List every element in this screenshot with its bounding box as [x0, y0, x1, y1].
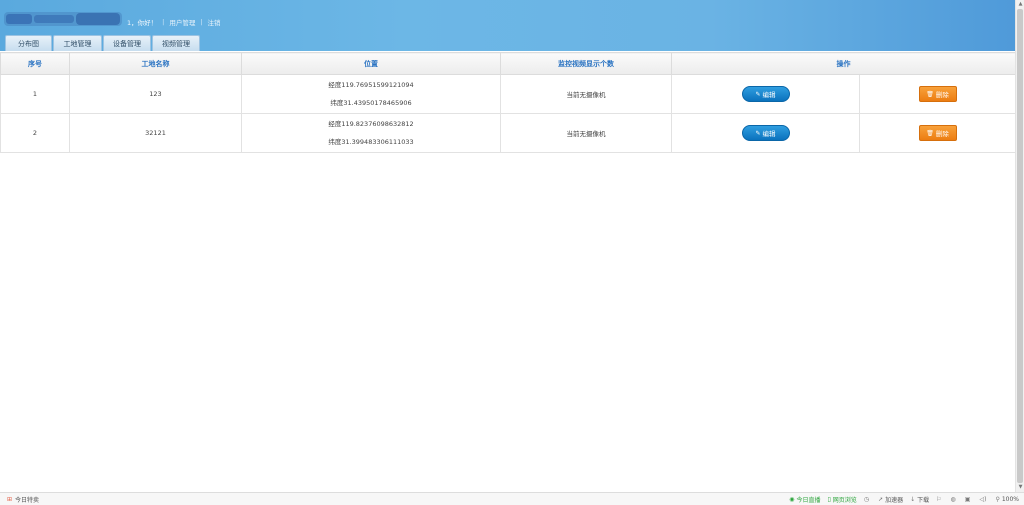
- download-icon: ↓: [910, 495, 916, 503]
- cell-edit: ✎ 编辑: [671, 74, 860, 114]
- latitude-value: 纬度31.399483306111033: [328, 137, 414, 146]
- delete-button-label: 删除: [935, 130, 949, 138]
- column-header-location: 位置: [241, 52, 501, 75]
- column-header-camera-count: 监控视频显示个数: [500, 52, 672, 75]
- longitude-value: 经度119.82376098632812: [328, 119, 414, 128]
- user-management-link[interactable]: 用户管理: [169, 17, 195, 27]
- logo: [4, 12, 122, 26]
- pencil-icon: ✎: [755, 90, 761, 98]
- download-button[interactable]: ↓ 下载: [910, 495, 929, 504]
- column-header-index: 序号: [0, 52, 70, 75]
- latitude-value: 纬度31.43950178465906: [330, 98, 412, 107]
- divider: |: [162, 18, 165, 26]
- cell-location: 经度119.76951599121094 纬度31.43950178465906: [241, 74, 501, 114]
- scroll-down-icon[interactable]: ▼: [1017, 484, 1024, 491]
- column-header-actions: 操作: [671, 52, 1016, 75]
- phone-icon: ▯: [827, 495, 831, 503]
- live-label: 今日直播: [796, 496, 821, 504]
- tab-distribution-map[interactable]: 分布图: [5, 35, 52, 51]
- edit-button-label: 编辑: [762, 91, 776, 99]
- edit-button-label: 编辑: [762, 130, 776, 138]
- pencil-icon: ✎: [755, 129, 761, 137]
- status-right: ◉ 今日直播 ▯ 网页浏览 ◷ ➚ 加速器 ↓ 下载 ⚐ ◍ ▣ ◁) ⚲ 10…: [782, 495, 1019, 504]
- app-window: 1，你好！ | 用户管理 | 注销 分布图 工地管理 设备管理 视频管理 序号 …: [0, 0, 1024, 505]
- site-table: 序号 工地名称 位置 监控视频显示个数 操作 1 123 经度119.76951…: [0, 52, 1016, 153]
- rocket-icon: ➚: [878, 495, 884, 503]
- tab-device-management[interactable]: 设备管理: [103, 35, 151, 51]
- accelerator-button[interactable]: ➚ 加速器: [878, 495, 903, 504]
- column-header-site-name: 工地名称: [69, 52, 242, 75]
- delete-button[interactable]: 🗑 删除: [918, 86, 957, 102]
- tab-site-management[interactable]: 工地管理: [53, 35, 102, 51]
- cell-index: 1: [0, 74, 70, 114]
- zoom-control[interactable]: ⚲ 100%: [995, 496, 1019, 503]
- status-left: ⊞ 今日特卖: [7, 495, 39, 504]
- cell-delete: 🗑 删除: [859, 74, 1016, 114]
- scrollbar-thumb[interactable]: [1017, 9, 1023, 483]
- edit-button[interactable]: ✎ 编辑: [741, 125, 790, 141]
- window-icon[interactable]: ▣: [965, 496, 973, 503]
- edit-button[interactable]: ✎ 编辑: [741, 86, 790, 102]
- volume-icon[interactable]: ◁): [979, 496, 988, 503]
- delete-button-label: 删除: [935, 91, 949, 99]
- cell-location: 经度119.82376098632812 纬度31.39948330611103…: [241, 113, 501, 153]
- cell-edit: ✎ 编辑: [671, 113, 860, 153]
- accelerator-label: 加速器: [885, 496, 904, 504]
- trash-icon: 🗑: [926, 129, 934, 137]
- logout-link[interactable]: 注销: [208, 17, 221, 27]
- shield-icon[interactable]: ◍: [951, 496, 958, 503]
- table-header-row: 序号 工地名称 位置 监控视频显示个数 操作: [0, 52, 1016, 75]
- table-row: 2 32121 经度119.82376098632812 纬度31.399483…: [0, 113, 1016, 153]
- tab-video-management[interactable]: 视频管理: [152, 35, 200, 51]
- longitude-value: 经度119.76951599121094: [328, 80, 414, 89]
- flag-icon[interactable]: ⚐: [936, 496, 943, 503]
- vertical-scrollbar[interactable]: ▲ ▼: [1015, 0, 1024, 492]
- magnifier-icon: ⚲: [995, 495, 1000, 503]
- greeting: 1，你好！: [127, 19, 158, 27]
- gift-icon: ⊞: [7, 495, 13, 503]
- trash-icon: 🗑: [926, 90, 934, 98]
- download-label: 下载: [917, 496, 930, 504]
- browser-status-bar: ⊞ 今日特卖 ◉ 今日直播 ▯ 网页浏览 ◷ ➚ 加速器 ↓ 下载 ⚐ ◍ ▣: [0, 492, 1024, 505]
- cell-site-name: 32121: [69, 113, 242, 153]
- nav-tabs: 分布图 工地管理 设备管理 视频管理: [5, 35, 201, 51]
- cell-site-name: 123: [69, 74, 242, 114]
- zoom-level: 100%: [1001, 495, 1019, 503]
- cell-delete: 🗑 删除: [859, 113, 1016, 153]
- eye-mode-button[interactable]: ▯ 网页浏览: [827, 495, 856, 504]
- table-row: 1 123 经度119.76951599121094 纬度31.43950178…: [0, 74, 1016, 114]
- history-icon[interactable]: ◷: [864, 496, 871, 503]
- page-header: 1，你好！ | 用户管理 | 注销 分布图 工地管理 设备管理 视频管理: [0, 0, 1015, 51]
- divider: |: [200, 18, 203, 26]
- cell-camera-status: 当前无摄像机: [500, 113, 672, 153]
- live-button[interactable]: ◉ 今日直播: [789, 495, 820, 504]
- user-bar: 1，你好！ | 用户管理 | 注销: [127, 17, 221, 27]
- scroll-up-icon[interactable]: ▲: [1017, 1, 1024, 8]
- play-circle-icon: ◉: [789, 495, 795, 503]
- cell-index: 2: [0, 113, 70, 153]
- eye-mode-label: 网页浏览: [832, 496, 857, 504]
- delete-button[interactable]: 🗑 删除: [918, 125, 957, 141]
- daily-deals-link[interactable]: 今日特卖: [15, 495, 39, 504]
- cell-camera-status: 当前无摄像机: [500, 74, 672, 114]
